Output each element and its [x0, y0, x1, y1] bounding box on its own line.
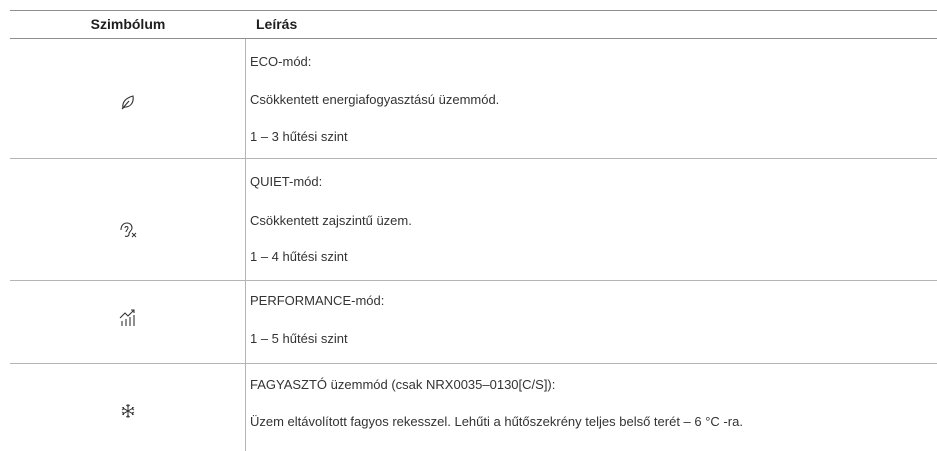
table-row-quiet: QUIET-mód: Csökkentett zajszintű üzem. 1… — [10, 159, 937, 281]
eco-levels: 1 – 3 hűtési szint — [250, 129, 348, 144]
ear-mute-icon — [10, 221, 246, 239]
quiet-title: QUIET-mód: — [250, 174, 323, 189]
eco-description: Csökkentett energiafogyasztású üzemmód. — [250, 92, 500, 107]
snowflake-icon — [10, 402, 246, 419]
table-row-performance: PERFORMANCE-mód: 1 – 5 hűtési szint — [10, 281, 937, 364]
freezer-description: Üzem eltávolított fagyos rekesszel. Lehű… — [250, 414, 743, 429]
leaf-icon — [10, 93, 246, 110]
header-symbol: Szimbólum — [90, 16, 166, 32]
table-row-freezer: FAGYASZTÓ üzemmód (csak NRX0035–0130[C/S… — [10, 364, 937, 451]
quiet-levels: 1 – 4 hűtési szint — [250, 249, 348, 264]
quiet-description: Csökkentett zajszintű üzem. — [250, 213, 412, 228]
performance-levels: 1 – 5 hűtési szint — [250, 331, 348, 346]
table-row-eco: ECO-mód: Csökkentett energiafogyasztású … — [10, 38, 937, 159]
freezer-title: FAGYASZTÓ üzemmód (csak NRX0035–0130[C/S… — [250, 377, 556, 392]
performance-chart-icon — [10, 309, 246, 327]
performance-title: PERFORMANCE-mód: — [250, 293, 385, 308]
header-description: Leírás — [256, 16, 298, 32]
table-header: Szimbólum Leírás — [10, 10, 937, 39]
eco-title: ECO-mód: — [250, 54, 312, 69]
